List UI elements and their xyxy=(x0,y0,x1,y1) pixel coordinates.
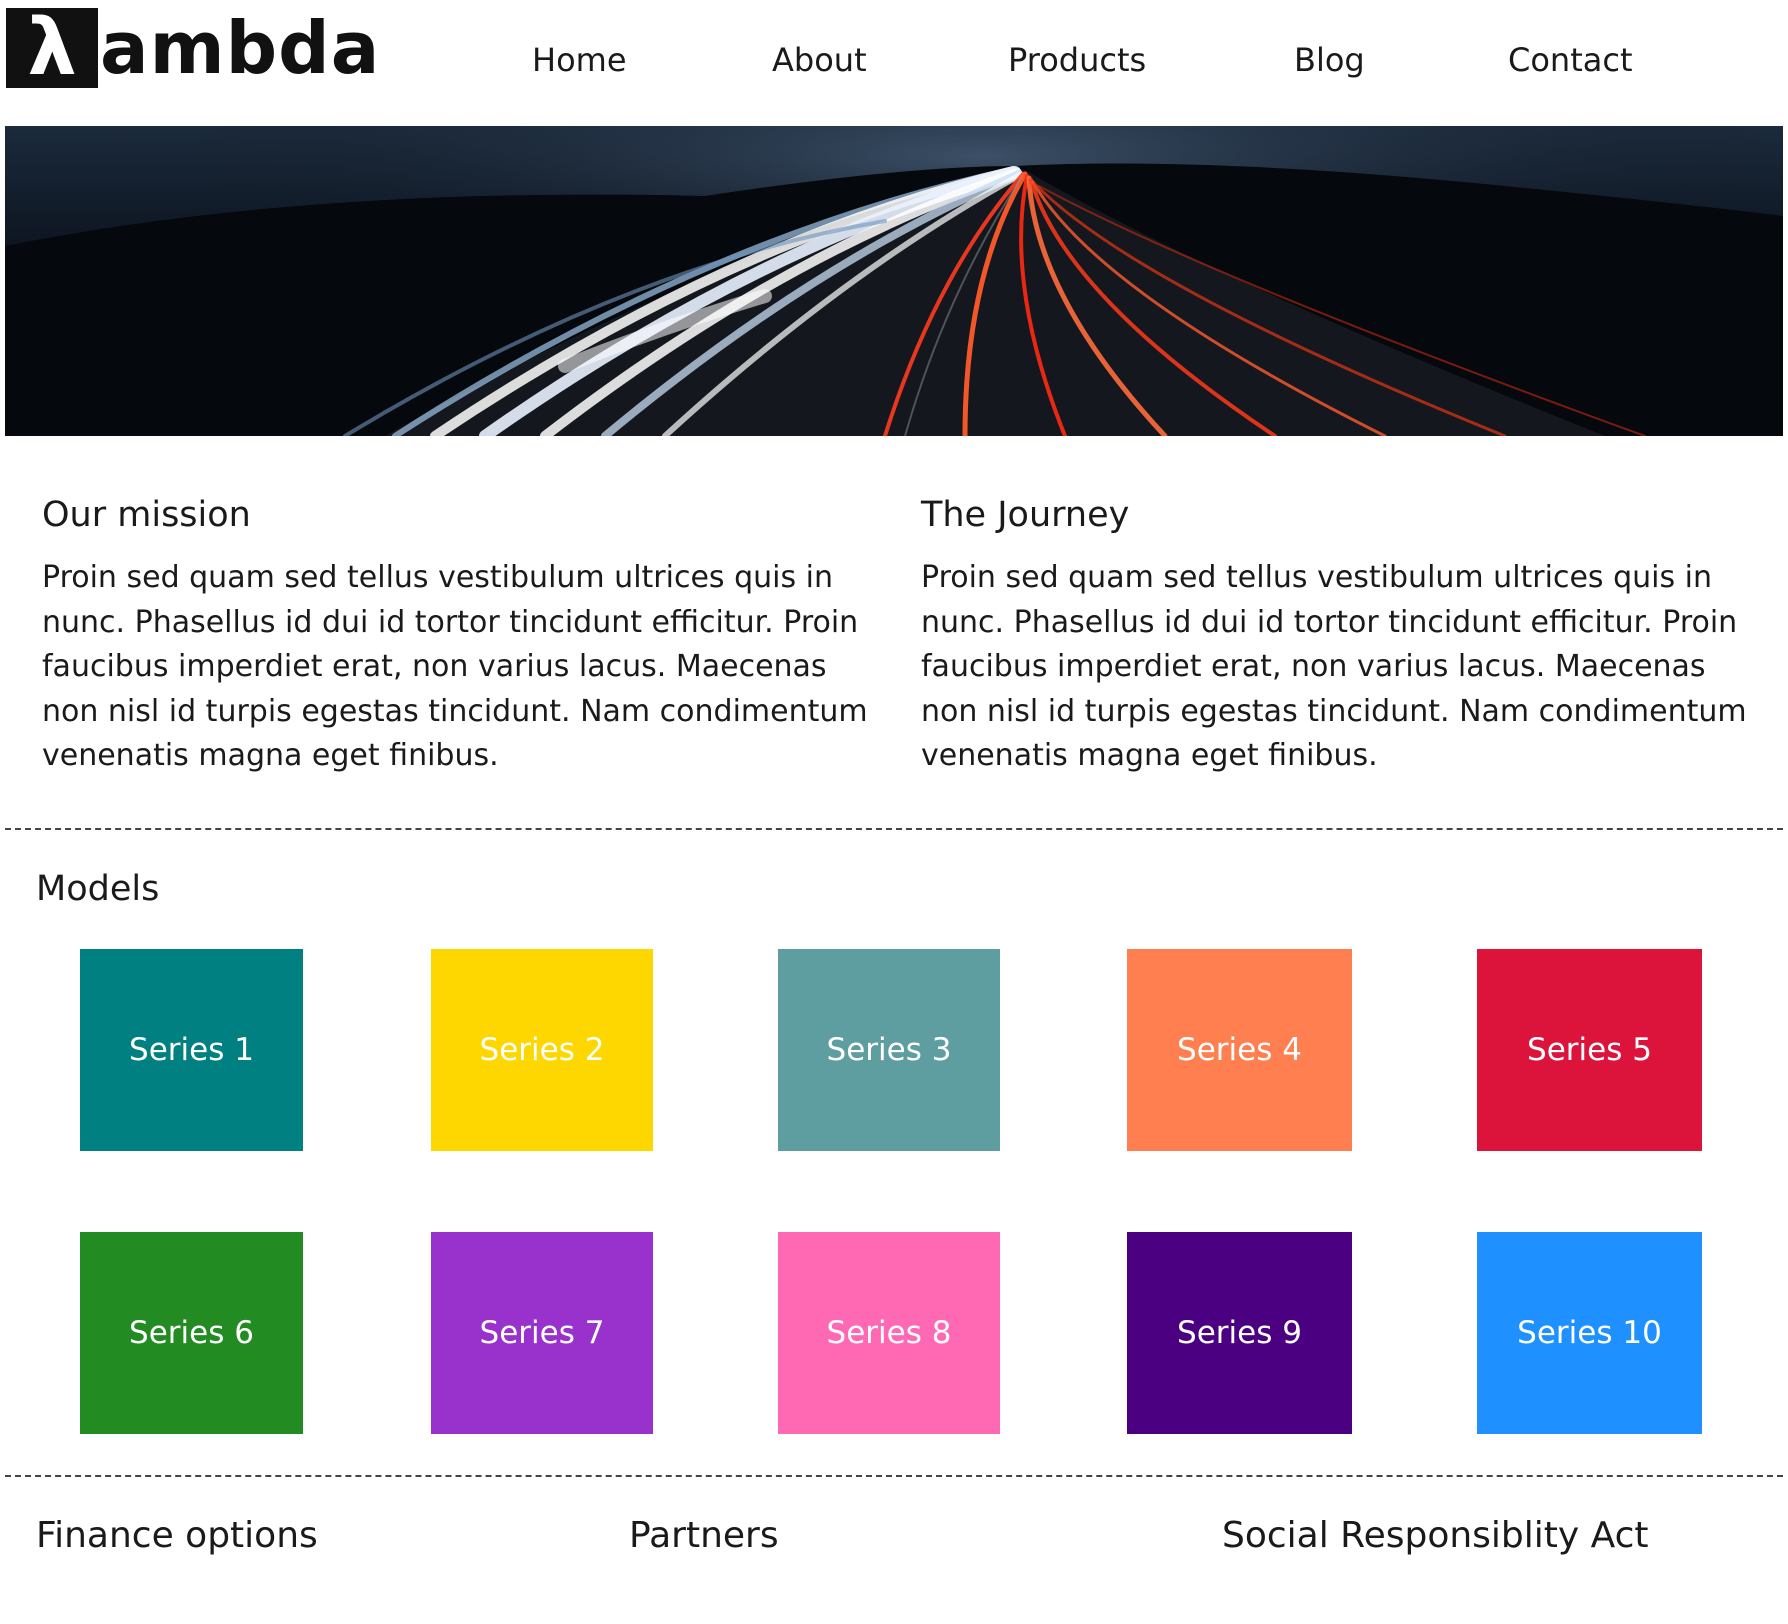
model-tile-series-4[interactable]: Series 4 xyxy=(1127,949,1352,1151)
hero-banner-image xyxy=(5,126,1783,436)
model-tile-label: Series 2 xyxy=(479,1032,605,1068)
footer-partners-link[interactable]: Partners xyxy=(629,1510,779,1562)
model-tile-series-8[interactable]: Series 8 xyxy=(778,1232,1000,1434)
model-tile-label: Series 4 xyxy=(1177,1032,1302,1068)
model-tile-label: Series 6 xyxy=(129,1315,254,1351)
footer-finance-options-link[interactable]: Finance options xyxy=(36,1510,318,1562)
mission-body: Proin sed quam sed tellus vestibulum ult… xyxy=(42,560,868,773)
nav-about-link[interactable]: About xyxy=(772,36,867,84)
model-tile-series-5[interactable]: Series 5 xyxy=(1477,949,1702,1151)
site-header: λ ambda Home About Products Blog Contact xyxy=(0,0,1788,126)
model-tile-series-3[interactable]: Series 3 xyxy=(778,949,1000,1151)
highway-light-trails-photo xyxy=(5,126,1783,436)
section-divider xyxy=(5,1475,1783,1477)
model-tile-label: Series 3 xyxy=(826,1032,952,1068)
model-tile-series-2[interactable]: Series 2 xyxy=(431,949,653,1151)
section-divider xyxy=(5,828,1783,830)
model-tile-label: Series 7 xyxy=(479,1315,605,1351)
model-tile-label: Series 9 xyxy=(1177,1315,1302,1351)
nav-products-link[interactable]: Products xyxy=(1008,36,1146,84)
nav-blog-link[interactable]: Blog xyxy=(1294,36,1365,84)
footer-social-responsibility-link[interactable]: Social Responsiblity Act xyxy=(1222,1510,1649,1562)
model-tile-series-9[interactable]: Series 9 xyxy=(1127,1232,1352,1434)
main-nav: Home About Products Blog Contact xyxy=(0,36,1788,84)
model-tile-series-1[interactable]: Series 1 xyxy=(80,949,303,1151)
model-tile-series-6[interactable]: Series 6 xyxy=(80,1232,303,1434)
journey-heading: The Journey xyxy=(921,495,1130,535)
model-tile-label: Series 10 xyxy=(1517,1315,1662,1351)
model-tile-label: Series 5 xyxy=(1527,1032,1652,1068)
mission-section: Our mission Proin sed quam sed tellus ve… xyxy=(42,490,872,779)
nav-home-link[interactable]: Home xyxy=(532,36,627,84)
nav-contact-link[interactable]: Contact xyxy=(1508,36,1633,84)
model-tile-label: Series 8 xyxy=(826,1315,952,1351)
model-tile-series-7[interactable]: Series 7 xyxy=(431,1232,653,1434)
mission-heading: Our mission xyxy=(42,495,251,535)
model-tile-series-10[interactable]: Series 10 xyxy=(1477,1232,1702,1434)
journey-section: The Journey Proin sed quam sed tellus ve… xyxy=(921,490,1751,779)
models-heading: Models xyxy=(36,869,160,909)
journey-body: Proin sed quam sed tellus vestibulum ult… xyxy=(921,560,1747,773)
model-tile-label: Series 1 xyxy=(129,1032,254,1068)
